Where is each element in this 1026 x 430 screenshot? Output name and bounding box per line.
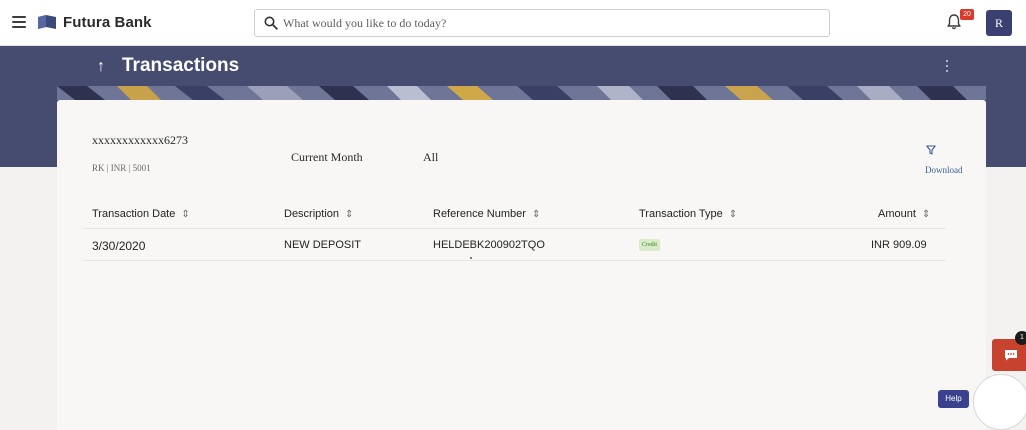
download-link[interactable]: Download — [925, 165, 963, 175]
column-header-transaction-date[interactable]: Transaction Date ⇕ — [92, 208, 190, 220]
hamburger-menu-icon[interactable] — [12, 16, 26, 28]
column-header-reference-number[interactable]: Reference Number ⇕ — [433, 208, 540, 220]
transactions-card: xxxxxxxxxxxx6273 RK | INR | 5001 Current… — [57, 100, 986, 430]
type-filter[interactable]: All — [423, 150, 438, 165]
row-divider — [83, 260, 946, 261]
chat-badge: 1 — [1015, 331, 1026, 345]
header-divider — [83, 228, 946, 229]
help-button[interactable]: Help — [938, 390, 969, 408]
sort-icon: ⇕ — [728, 209, 738, 220]
search-icon — [264, 16, 278, 30]
top-bar: Futura Bank 20 R — [0, 0, 1026, 46]
bank-logo-icon — [38, 15, 56, 29]
search-input[interactable] — [283, 12, 823, 34]
account-number[interactable]: xxxxxxxxxxxx6273 — [92, 133, 188, 148]
column-header-amount[interactable]: Amount ⇕ — [878, 208, 930, 220]
brand-name: Futura Bank — [63, 14, 152, 31]
column-header-transaction-type[interactable]: Transaction Type ⇕ — [639, 208, 737, 220]
column-header-description[interactable]: Description ⇕ — [284, 208, 353, 220]
help-launcher[interactable] — [973, 374, 1026, 430]
transaction-type-badge: Credit — [639, 239, 660, 251]
page-title: Transactions — [122, 55, 240, 76]
sort-icon: ⇕ — [345, 209, 354, 220]
banner-pattern — [57, 86, 986, 100]
user-avatar[interactable]: R — [986, 10, 1012, 36]
back-arrow-icon[interactable]: ↑ — [97, 58, 105, 76]
sort-icon: ⇕ — [181, 209, 190, 220]
cell-reference-number[interactable]: HELDEBK200902TQO — [433, 239, 545, 251]
notification-badge: 20 — [960, 9, 974, 20]
account-meta: RK | INR | 5001 — [92, 163, 151, 173]
search-bar[interactable] — [254, 9, 830, 37]
more-options-icon[interactable] — [940, 58, 954, 74]
chat-icon — [1005, 350, 1017, 361]
sort-icon: ⇕ — [921, 209, 931, 220]
cell-amount: INR 909.09 — [871, 239, 927, 251]
period-filter[interactable]: Current Month — [291, 150, 363, 165]
filter-icon[interactable] — [926, 145, 936, 155]
sort-icon: ⇕ — [531, 209, 541, 220]
reference-dot — [470, 257, 472, 259]
cell-transaction-date: 3/30/2020 — [92, 239, 146, 253]
cell-description: NEW DEPOSIT — [284, 239, 362, 251]
